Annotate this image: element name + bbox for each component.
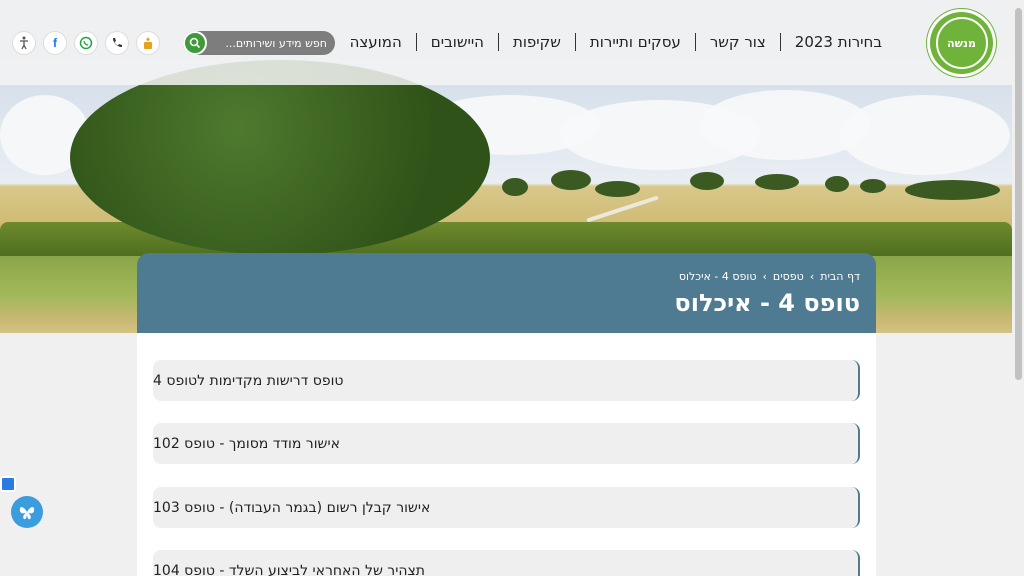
nav-elections-2023[interactable]: בחירות 2023 — [781, 32, 896, 52]
nav-transparency[interactable]: שקיפות — [499, 32, 575, 52]
tree — [551, 170, 591, 190]
nav-contact[interactable]: צור קשר — [696, 32, 780, 52]
breadcrumb-separator: › — [762, 270, 767, 283]
search-bar — [183, 31, 335, 55]
tree — [860, 179, 886, 193]
nav-divider — [415, 33, 417, 51]
page-title: טופס 4 - איכלוס — [674, 289, 860, 317]
breadcrumb-home[interactable]: דף הבית — [820, 270, 860, 283]
cloud — [840, 95, 1010, 175]
tree — [825, 176, 849, 192]
facebook-icon[interactable]: f — [43, 31, 67, 55]
accessibility-toggle[interactable] — [0, 476, 16, 492]
nav-divider — [779, 33, 781, 51]
whatsapp-icon[interactable] — [74, 31, 98, 55]
search-icon — [189, 37, 201, 49]
scrollbar-thumb[interactable] — [1015, 8, 1022, 380]
tree — [690, 172, 724, 190]
nav-divider — [497, 33, 499, 51]
form-item[interactable]: אישור קבלן רשום (בגמר העבודה) - טופס 103 — [153, 487, 860, 528]
breadcrumb-forms[interactable]: טפסים — [773, 270, 804, 283]
site-header: מנשה המועצה היישובים שקיפות עסקים ותיירו… — [0, 0, 1012, 85]
header-icons: f — [12, 31, 160, 55]
accessibility-widget-button[interactable] — [11, 496, 43, 528]
logo-emblem: מנשה — [935, 17, 988, 69]
form-item[interactable]: טופס דרישות מקדימות לטופס 4 — [153, 360, 860, 401]
oak-tree — [70, 60, 490, 255]
nav-divider — [694, 33, 696, 51]
breadcrumb: דף הבית › טפסים › טופס 4 - איכלוס — [679, 270, 860, 283]
page-header-card: דף הבית › טפסים › טופס 4 - איכלוס טופס 4… — [137, 253, 876, 333]
tree — [905, 180, 1000, 200]
page-scrollbar[interactable] — [1012, 0, 1024, 576]
forms-list: טופס דרישות מקדימות לטופס 4 אישור מודד מ… — [137, 333, 876, 576]
search-input[interactable] — [209, 35, 327, 51]
accessibility-icon[interactable] — [12, 31, 36, 55]
tree — [595, 181, 640, 197]
tree — [502, 178, 528, 196]
form-item[interactable]: אישור מודד מסומך - טופס 102 — [153, 423, 860, 464]
form-item[interactable]: תצהיר של האחראי לביצוע השלד - טופס 104 — [153, 550, 860, 576]
nav-council[interactable]: המועצה — [336, 32, 416, 52]
nav-divider — [574, 33, 576, 51]
badge-icon[interactable] — [136, 31, 160, 55]
nav-settlements[interactable]: היישובים — [417, 32, 498, 52]
butterfly-icon — [19, 507, 35, 520]
main-nav: המועצה היישובים שקיפות עסקים ותיירות צור… — [336, 32, 896, 52]
council-logo[interactable]: מנשה — [927, 9, 996, 77]
tree — [755, 174, 799, 190]
nav-business-tourism[interactable]: עסקים ותיירות — [576, 32, 695, 52]
dirt-path — [586, 195, 659, 223]
breadcrumb-current: טופס 4 - איכלוס — [678, 270, 757, 283]
logo-text: מנשה — [947, 36, 976, 50]
search-button[interactable] — [183, 31, 207, 55]
breadcrumb-separator: › — [809, 270, 815, 283]
phone-icon[interactable] — [105, 31, 129, 55]
